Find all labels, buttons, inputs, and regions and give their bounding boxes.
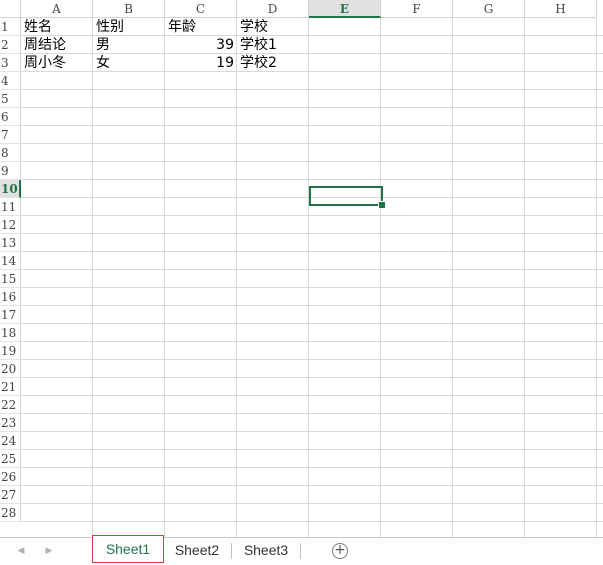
row-header[interactable]: 1 [0,18,21,36]
row-header[interactable]: 2 [0,36,21,54]
row-header[interactable]: 21 [0,378,21,396]
column-header-c[interactable]: C [165,0,237,18]
row-header[interactable]: 18 [0,324,21,342]
row-header[interactable]: 25 [0,450,21,468]
cell-c3[interactable]: 19 [165,54,237,72]
cell-b1[interactable]: 性别 [93,18,165,36]
row-header[interactable]: 12 [0,216,21,234]
cell-grid[interactable]: 姓名 性别 年龄 学校 周结论 男 39 学校1 周小冬 女 19 学校2 [21,18,603,537]
column-header-h[interactable]: H [525,0,597,18]
row-header[interactable]: 5 [0,90,21,108]
row-header[interactable]: 15 [0,270,21,288]
cell-d2[interactable]: 学校1 [237,36,309,54]
cell-b3[interactable]: 女 [93,54,165,72]
row-header[interactable]: 26 [0,468,21,486]
row-header[interactable]: 13 [0,234,21,252]
tab-divider [300,543,301,559]
row-header-active[interactable]: 10 [0,180,21,198]
row-header[interactable]: 11 [0,198,21,216]
column-header-a[interactable]: A [21,0,93,18]
cell-b2[interactable]: 男 [93,36,165,54]
chevron-right-icon[interactable]: ▶ [43,544,55,558]
column-header-g[interactable]: G [453,0,525,18]
tab-sheet2[interactable]: Sheet2 [164,538,230,562]
row-header[interactable]: 24 [0,432,21,450]
column-header-f[interactable]: F [381,0,453,18]
row-header[interactable]: 22 [0,396,21,414]
cell-a2[interactable]: 周结论 [21,36,93,54]
sheet-tab-bar: ◀ ▶ Sheet1 Sheet2 Sheet3 + [0,535,603,565]
column-header-e[interactable]: E [309,0,381,18]
row-header[interactable]: 19 [0,342,21,360]
cell-d3[interactable]: 学校2 [237,54,309,72]
row-header[interactable]: 28 [0,504,21,522]
tab-divider [231,543,232,559]
row-header[interactable]: 9 [0,162,21,180]
select-all-corner[interactable] [0,0,21,18]
cell-a1[interactable]: 姓名 [21,18,93,36]
column-headers: A B C D E F G H [21,0,603,18]
row-header[interactable]: 7 [0,126,21,144]
selected-cell-e10[interactable] [309,186,383,206]
tab-sheet1[interactable]: Sheet1 [92,535,164,563]
cell-c2[interactable]: 39 [165,36,237,54]
tab-sheet3[interactable]: Sheet3 [233,538,299,562]
row-header[interactable]: 17 [0,306,21,324]
row-header[interactable]: 23 [0,414,21,432]
chevron-left-icon[interactable]: ◀ [15,544,27,558]
cell-c1[interactable]: 年龄 [165,18,237,36]
row-header[interactable]: 14 [0,252,21,270]
column-header-b[interactable]: B [93,0,165,18]
cell-d1[interactable]: 学校 [237,18,309,36]
row-header[interactable]: 3 [0,54,21,72]
fill-handle[interactable] [378,201,386,209]
cell-a3[interactable]: 周小冬 [21,54,93,72]
row-header[interactable]: 6 [0,108,21,126]
plus-circle-icon[interactable]: + [332,543,348,559]
column-header-d[interactable]: D [237,0,309,18]
row-header[interactable]: 4 [0,72,21,90]
worksheet: A B C D E F G H 1 2 3 4 5 6 7 8 9 10 11 … [0,0,603,537]
row-header[interactable]: 8 [0,144,21,162]
row-header[interactable]: 20 [0,360,21,378]
row-header[interactable]: 16 [0,288,21,306]
row-header[interactable]: 27 [0,486,21,504]
